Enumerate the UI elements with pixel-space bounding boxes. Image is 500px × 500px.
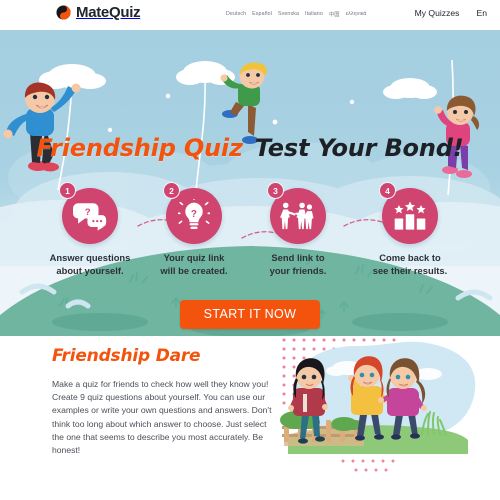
current-language-label: En xyxy=(476,8,487,18)
speech-bubbles-question-icon: ? xyxy=(73,203,107,231)
logo-link[interactable]: MateQuiz xyxy=(56,4,141,21)
lang-link-chinese[interactable]: 中国 xyxy=(329,10,340,18)
steps-caption-row: Answer questions about yourself. Your qu… xyxy=(0,251,500,291)
language-links: Deutsch Español Svenska Italiano 中国 ελλη… xyxy=(226,10,367,18)
step-number-badge-4: 4 xyxy=(379,182,396,199)
lightbulb-question-icon: ? xyxy=(178,199,210,229)
three-kids-walking-illustration xyxy=(280,338,476,472)
friendship-dare-title: Friendship Dare xyxy=(52,346,201,366)
step-item-1[interactable]: 1 ? xyxy=(59,182,118,244)
hero-section: Friendship Quiz Test Your Bond! 1 ? 2 ? … xyxy=(0,30,500,336)
start-it-now-button[interactable]: START IT NOW xyxy=(179,300,321,329)
steps-section: 1 ? 2 ? 3 4 Answer questions about yours… xyxy=(0,182,500,291)
page-root: MateQuiz Deutsch Español Svenska Italian… xyxy=(0,0,500,500)
lang-link-deutsch[interactable]: Deutsch xyxy=(226,11,246,17)
step-caption-3: Send link to your friends. xyxy=(240,251,356,277)
step-caption-1-line1: Answer questions xyxy=(49,252,131,263)
site-header: MateQuiz Deutsch Español Svenska Italian… xyxy=(0,0,500,30)
friendship-dare-body: Make a quiz for friends to check how wel… xyxy=(52,379,272,456)
svg-text:?: ? xyxy=(191,209,197,220)
step-caption-1-line2: about yourself. xyxy=(56,265,124,276)
step-caption-3-line2: your friends. xyxy=(269,265,327,276)
step-caption-3-line1: Send link to xyxy=(271,252,325,263)
step-number-badge-2: 2 xyxy=(163,182,180,199)
step-caption-4: Come back to see their results. xyxy=(352,251,468,277)
hero-title-row: Friendship Quiz Test Your Bond! xyxy=(0,134,500,162)
hero-title-secondary: Test Your Bond! xyxy=(254,134,464,162)
step-caption-4-line2: see their results. xyxy=(372,265,448,276)
step-item-4[interactable]: 4 xyxy=(379,182,438,244)
step-item-3[interactable]: 3 xyxy=(267,182,326,244)
step-caption-4-line1: Come back to xyxy=(379,252,441,263)
lang-link-svenska[interactable]: Svenska xyxy=(278,11,299,17)
bar-chart-stars-icon xyxy=(394,201,426,230)
friendship-dare-section: Friendship Dare Make a quiz for friends … xyxy=(0,336,500,500)
logo-text: MateQuiz xyxy=(76,4,141,21)
lang-link-espanol[interactable]: Español xyxy=(252,11,272,17)
step-caption-1: Answer questions about yourself. xyxy=(32,251,148,277)
step-number-badge-3: 3 xyxy=(267,182,284,199)
my-quizzes-link[interactable]: My Quizzes xyxy=(415,8,460,18)
step-caption-2: Your quiz link will be created. xyxy=(136,251,252,277)
step-number-badge-1: 1 xyxy=(59,182,76,199)
step-caption-2-line2: will be created. xyxy=(160,265,228,276)
step-item-2[interactable]: 2 ? xyxy=(163,182,222,244)
cta-container: START IT NOW xyxy=(0,300,500,329)
hero-title-primary: Friendship Quiz xyxy=(36,134,243,162)
people-sharing-icon xyxy=(280,202,314,230)
step-caption-2-line1: Your quiz link xyxy=(163,252,225,263)
header-right-nav: My Quizzes En xyxy=(415,8,487,18)
lang-link-italiano[interactable]: Italiano xyxy=(305,11,323,17)
circle-yinyang-icon xyxy=(56,5,71,20)
steps-circle-row: 1 ? 2 ? 3 4 xyxy=(0,182,500,246)
lang-link-greek[interactable]: ελληνικά xyxy=(346,11,367,17)
us-flag-icon xyxy=(463,10,472,16)
